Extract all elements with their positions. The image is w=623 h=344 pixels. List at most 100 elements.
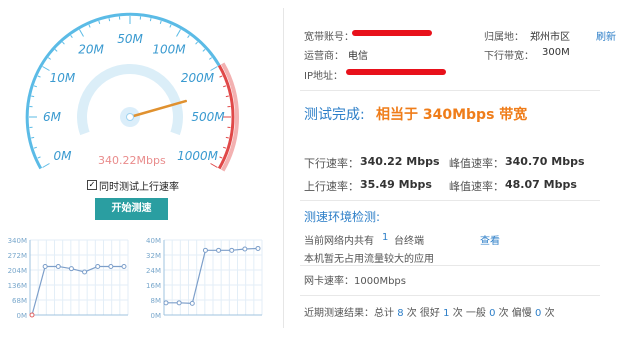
gauge-minor-tick [70, 34, 73, 39]
gauge-tick-label: 1000M [177, 149, 219, 163]
broadband-account-label: 宽带账号： [304, 32, 354, 43]
gauge-minor-tick [169, 24, 172, 28]
gauge-minor-tick [33, 85, 37, 88]
bandwidth-equivalent: 相当于 340Mbps 带宽 [376, 107, 528, 123]
y-tick-label: 340M [8, 237, 27, 245]
y-tick-label: 0M [17, 312, 28, 320]
location-value: 郑州市区 [530, 32, 570, 43]
data-point [229, 247, 235, 253]
divider [300, 200, 600, 201]
history-normal-count: 0 [489, 308, 496, 319]
environment-check-title: 测速环境检测: [304, 210, 381, 224]
redacted-account [352, 30, 432, 36]
gauge-minor-tick [37, 75, 41, 78]
panel-divider [283, 8, 284, 328]
gauge-major-tick [79, 29, 84, 37]
gauge-minor-tick [88, 24, 91, 28]
y-tick-label: 0M [151, 312, 162, 320]
gauge-major-tick [42, 66, 50, 71]
gauge-major-tick [210, 66, 218, 71]
gauge-minor-tick [219, 156, 223, 159]
y-tick-label: 24M [146, 267, 161, 275]
history-unit-end: 次 [544, 308, 555, 319]
y-tick-label: 204M [8, 267, 27, 275]
gauge-minor-tick [62, 41, 65, 45]
gauge-major-tick [210, 163, 218, 168]
data-point [55, 263, 61, 269]
gauge-minor-tick [223, 85, 227, 88]
gauge-tick-label: 200M [181, 71, 215, 85]
downlink-peak-label: 峰值速率： [449, 157, 504, 170]
data-point [189, 300, 195, 306]
history-slow-count: 0 [535, 308, 542, 319]
y-tick-label: 32M [146, 252, 161, 260]
data-point [108, 263, 114, 269]
divider [300, 90, 600, 91]
downlink-bandwidth-label: 下行带宽： [484, 51, 534, 62]
history-unit-slow: 次 偏慢 [498, 308, 532, 319]
gauge-minor-tick [223, 146, 227, 149]
data-point [82, 269, 88, 275]
gauge-major-tick [42, 163, 50, 168]
gauge-minor-tick [159, 20, 162, 24]
gauge-hub [126, 113, 134, 121]
terminal-count: 1 [382, 232, 389, 243]
uplink-rate-label: 上行速率： [304, 180, 359, 193]
history-total: 8 [397, 308, 404, 319]
y-tick-label: 68M [12, 297, 27, 305]
history-good-count: 1 [443, 308, 450, 319]
gauge-minor-tick [33, 146, 37, 149]
history-prefix: 近期测速结果：总计 [304, 308, 394, 319]
divider [300, 265, 600, 266]
gauge-minor-tick [98, 20, 101, 24]
location-label: 归属地： [484, 32, 524, 43]
data-point [42, 263, 48, 269]
uplink-peak-value: 48.07 Mbps [505, 178, 577, 191]
gauge-minor-tick [31, 136, 35, 139]
y-tick-label: 272M [8, 252, 27, 260]
gauge-minor-tick [47, 57, 52, 60]
view-terminals-link[interactable]: 查看 [480, 232, 500, 247]
data-point [255, 245, 261, 251]
isp-value: 电信 [348, 51, 368, 62]
gauge-minor-tick [225, 136, 229, 139]
gauge-tick-label: 0M [53, 149, 72, 163]
downlink-rate-label: 下行速率： [304, 157, 359, 170]
data-point [242, 246, 248, 252]
data-point [121, 263, 127, 269]
uplink-mini-chart: 40M 32M 24M 16M 8M 0M [146, 237, 263, 320]
downlink-bandwidth-value: 300M [542, 47, 570, 58]
nic-speed: 网卡速率：1000Mbps [304, 276, 406, 287]
start-test-button[interactable]: 开始测速 [95, 198, 168, 220]
y-tick-label: 40M [146, 237, 161, 245]
y-tick-label: 8M [151, 297, 162, 305]
gauge-tick-label: 20M [78, 42, 104, 56]
refresh-link[interactable]: 刷新 [596, 28, 616, 43]
y-tick-label: 16M [146, 282, 161, 290]
downlink-peak-value: 340.70 Mbps [505, 155, 585, 168]
gauge-minor-tick [187, 34, 190, 39]
y-tick-label: 136M [8, 282, 27, 290]
gauge-minor-tick [149, 18, 152, 22]
uplink-peak-label: 峰值速率： [449, 180, 504, 193]
gauge-minor-tick [37, 156, 41, 159]
upload-test-checkbox[interactable]: ✓ [87, 180, 97, 190]
gauge-tick-label: 100M [152, 42, 186, 56]
data-point [202, 247, 208, 253]
gauge-tick-label: 10M [50, 71, 76, 85]
upload-test-label: 同时测试上行速率 [99, 182, 179, 193]
gauge-minor-tick [195, 41, 198, 45]
ip-address-label: IP地址： [304, 71, 343, 82]
gauge-minor-tick [108, 18, 111, 22]
history-unit-good: 次 很好 [406, 308, 440, 319]
gauge-tick-label: 500M [191, 110, 225, 124]
divider [300, 295, 600, 296]
gauge-minor-tick [219, 75, 223, 78]
data-point [216, 247, 222, 253]
gauge-minor-tick [208, 57, 213, 60]
gauge-current-reading: 340.22Mbps [98, 154, 166, 167]
gauge-minor-tick [54, 49, 58, 52]
data-point [29, 312, 35, 318]
redacted-ip [346, 69, 446, 75]
test-complete-label: 测试完成: [304, 107, 365, 123]
